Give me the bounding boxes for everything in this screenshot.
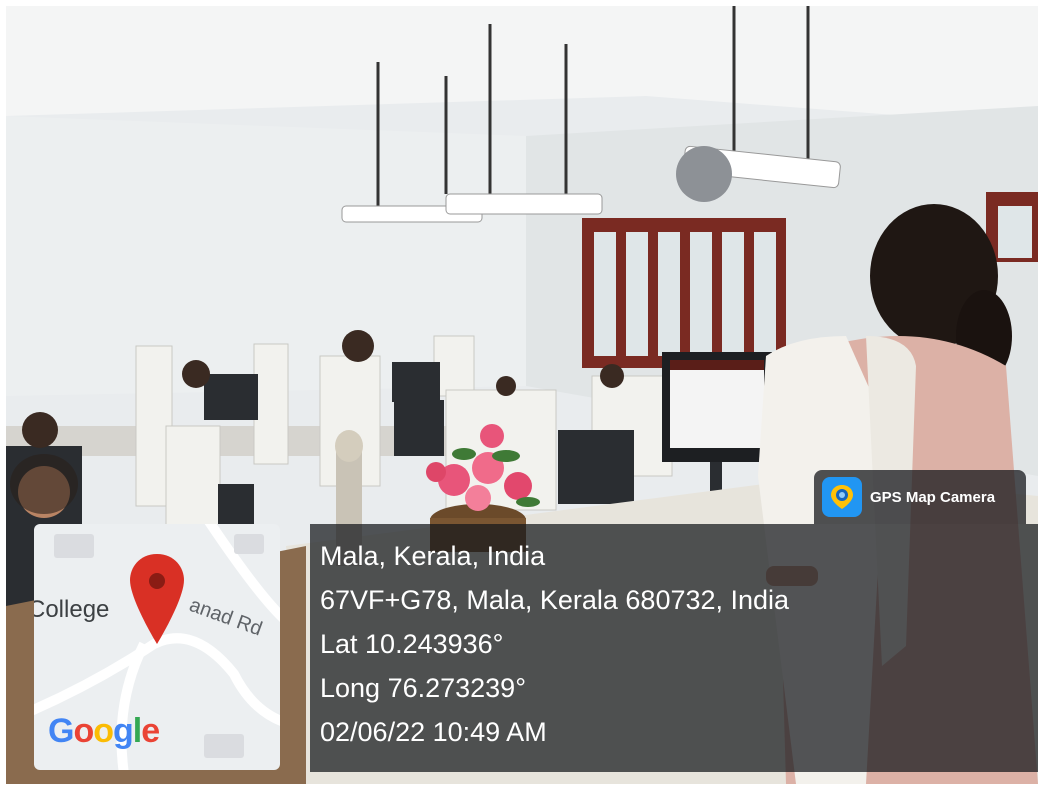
google-logo: Google: [48, 712, 160, 750]
longitude-line: Long 76.273239°: [320, 673, 526, 703]
place-name: Mala, Kerala, India: [320, 541, 546, 571]
location-stamp-text: Mala, Kerala, India 67VF+G78, Mala, Kera…: [320, 534, 789, 754]
map-place-label: College: [34, 596, 110, 623]
gps-map-camera-label: GPS Map Camera: [870, 488, 996, 506]
latitude-line: Lat 10.243936°: [320, 629, 504, 659]
map-pin-icon: [130, 554, 184, 644]
address-line: 67VF+G78, Mala, Kerala 680732, India: [320, 585, 790, 615]
datetime-line: 02/06/22 10:49 AM: [320, 717, 547, 747]
gps-map-camera-icon: [822, 477, 862, 517]
gps-map-camera-badge: GPS Map Camera: [814, 470, 1026, 524]
map-thumbnail: College anad Rd Google: [34, 524, 280, 770]
